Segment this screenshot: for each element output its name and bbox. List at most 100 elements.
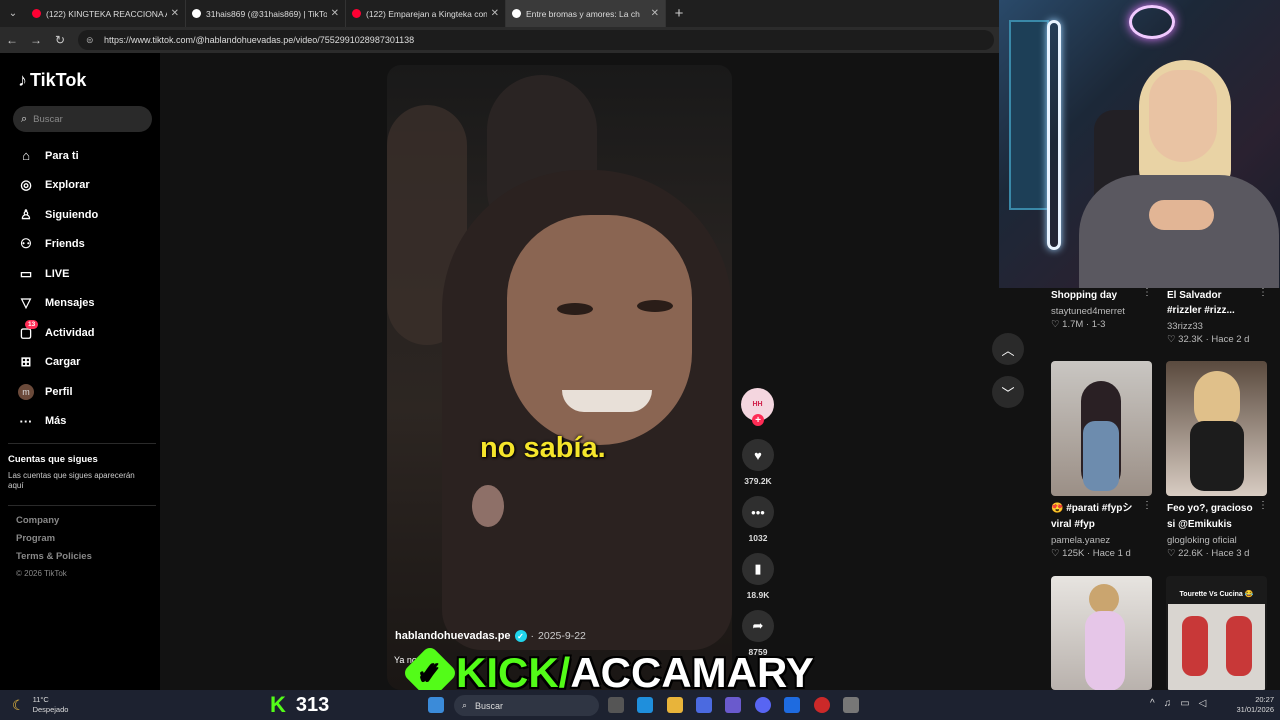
system-tray: ^ ♫ ▭ ◁ <box>1150 698 1206 709</box>
divider <box>8 443 156 444</box>
creator-avatar[interactable]: HH + <box>741 388 774 426</box>
store-icon[interactable] <box>696 697 712 713</box>
settings-gear-icon[interactable] <box>843 697 859 713</box>
sidebar-item-actividad[interactable]: ▢ 13 Actividad <box>17 318 157 348</box>
taskbar-search-label: Buscar <box>475 700 504 711</box>
sidebar-item-cargar[interactable]: ⊞ Cargar <box>17 348 157 378</box>
video-player[interactable] <box>387 65 732 690</box>
rec-title[interactable]: Shopping day <box>1051 288 1117 303</box>
rec-stats-text: 22.6K · Hace 3 d <box>1178 548 1250 559</box>
rec-user[interactable]: glogloking oficial <box>1167 535 1237 546</box>
chevron-up-icon[interactable]: ^ <box>1150 698 1155 709</box>
rec-thumbnail[interactable]: Tourette Vs Cucina 😂 <box>1166 576 1267 690</box>
more-options-icon[interactable]: ⋮ <box>1142 500 1152 511</box>
heart-icon[interactable]: ♥ <box>742 439 774 471</box>
sidebar-item-label: Mensajes <box>45 297 95 310</box>
clock-time: 20:27 <box>1255 695 1274 704</box>
previous-video-chevron-up-icon[interactable]: ︿ <box>992 333 1024 365</box>
taskbar-search[interactable]: ⌕ Buscar <box>454 695 599 716</box>
sidebar-item-mensajes[interactable]: ▽ Mensajes <box>17 289 157 319</box>
thumbnail-figure <box>1083 421 1119 491</box>
rec-title[interactable]: El Salvador <box>1167 288 1221 303</box>
discord-icon[interactable] <box>755 697 771 713</box>
bookmark-icon[interactable]: ▮ <box>742 553 774 585</box>
following-heading: Cuentas que sigues <box>8 454 98 465</box>
sidebar-item-para-ti[interactable]: ⌂ Para ti <box>17 141 157 171</box>
rec-title-2[interactable]: si @Emikukis <box>1167 517 1232 532</box>
tab-list-chevron-icon[interactable]: ⌄ <box>0 0 26 27</box>
rec-stats: ♡ 125K · Hace 1 d <box>1051 548 1131 559</box>
footer-link-company[interactable]: Company <box>16 515 92 533</box>
obs-icon[interactable] <box>814 697 830 713</box>
more-options-icon[interactable]: ⋮ <box>1258 500 1268 511</box>
app-icon[interactable] <box>784 697 800 713</box>
cam-shelf <box>1009 20 1049 210</box>
rec-user[interactable]: pamela.yanez <box>1051 535 1110 546</box>
network-icon[interactable]: ▭ <box>1180 698 1189 709</box>
tiktok-note-icon: ♪ <box>18 70 27 90</box>
more-options-icon[interactable]: ⋮ <box>1258 287 1268 298</box>
reload-icon[interactable]: ↻ <box>48 33 72 47</box>
sidebar-item-explorar[interactable]: ◎ Explorar <box>17 171 157 201</box>
search-input[interactable]: ⌕ Buscar <box>13 106 152 132</box>
footer-links: Company Program Terms & Policies © 2026 … <box>16 515 92 587</box>
more-options-icon[interactable]: ⋮ <box>1142 287 1152 298</box>
rec-thumbnail[interactable] <box>1051 576 1152 690</box>
new-tab-plus-icon[interactable]: + <box>666 5 692 22</box>
tiktok-logo[interactable]: ♪ TikTok <box>18 70 86 91</box>
back-arrow-icon[interactable]: ← <box>0 33 24 47</box>
speaker-icon[interactable]: ◁ <box>1199 698 1207 709</box>
video-actions: HH + ♥ 379.2K ••• 1032 ▮ 18.9K ➦ 8759 <box>741 388 775 657</box>
microphone-icon[interactable]: ♫ <box>1164 698 1172 709</box>
follow-plus-icon[interactable]: + <box>752 414 764 426</box>
comment-icon[interactable]: ••• <box>742 496 774 528</box>
search-placeholder: Buscar <box>33 113 63 125</box>
rec-user[interactable]: staytuned4merret <box>1051 306 1125 317</box>
windows-start-icon[interactable] <box>428 697 444 713</box>
sidebar-item-friends[interactable]: ⚇ Friends <box>17 230 157 260</box>
close-tab-icon[interactable]: ✕ <box>491 8 499 19</box>
browser-tab[interactable]: (122) KINGTEKA REACCIONA A CE ✕ <box>26 0 186 27</box>
video-frame-eye <box>557 303 593 315</box>
close-tab-icon[interactable]: ✕ <box>171 8 179 19</box>
sidebar-item-label: Perfil <box>45 385 73 398</box>
sidebar-item-live[interactable]: ▭ LIVE <box>17 259 157 289</box>
taskbar-clock[interactable]: 20:27 31/01/2026 <box>1228 695 1274 715</box>
sidebar-item-siguiendo[interactable]: ♙ Siguiendo <box>17 200 157 230</box>
sidebar-nav: ⌂ Para ti ◎ Explorar ♙ Siguiendo ⚇ Frien… <box>17 141 157 436</box>
url-field[interactable]: ⊜ https://www.tiktok.com/@hablandohuevad… <box>78 30 994 50</box>
sidebar-item-mas[interactable]: ··· Más <box>17 407 157 437</box>
next-video-chevron-down-icon[interactable]: ﹀ <box>992 376 1024 408</box>
upload-icon: ⊞ <box>20 354 32 370</box>
rec-stats-text: 32.3K · Hace 2 d <box>1178 334 1250 345</box>
footer-link-terms[interactable]: Terms & Policies <box>16 551 92 569</box>
task-view-icon[interactable] <box>608 697 624 713</box>
browser-tab-active[interactable]: Entre bromas y amores: La ch ✕ <box>506 0 666 27</box>
search-icon: ⌕ <box>462 700 468 710</box>
forward-arrow-icon[interactable]: → <box>24 33 48 47</box>
browser-tab[interactable]: 31hais869 (@31hais869) | TikTok ✕ <box>186 0 346 27</box>
footer-link-program[interactable]: Program <box>16 533 92 551</box>
close-tab-icon[interactable]: ✕ <box>331 8 339 19</box>
share-icon[interactable]: ➦ <box>742 610 774 642</box>
sidebar-item-perfil[interactable]: m Perfil <box>17 377 157 407</box>
rec-title-2[interactable]: viral #fyp <box>1051 517 1095 532</box>
compass-icon: ◎ <box>20 177 32 193</box>
edge-icon[interactable] <box>637 697 653 713</box>
site-info-icon[interactable]: ⊜ <box>86 35 98 46</box>
rec-title[interactable]: 😍 #parati #fypシ <box>1051 501 1132 516</box>
rec-title[interactable]: Feo yo?, gracioso <box>1167 501 1253 516</box>
rec-thumbnail[interactable] <box>1051 361 1152 496</box>
close-tab-icon[interactable]: ✕ <box>651 8 659 19</box>
rec-title-2[interactable]: #rizzler #rizz... <box>1167 303 1235 318</box>
browser-tab[interactable]: (122) Emparejan a Kingteka contra ✕ <box>346 0 506 27</box>
file-explorer-icon[interactable] <box>667 697 683 713</box>
url-text: https://www.tiktok.com/@hablandohuevadas… <box>104 35 415 45</box>
post-date-sep: · <box>530 630 535 642</box>
author-name[interactable]: hablandohuevadas.pe <box>395 630 511 642</box>
teams-icon[interactable] <box>725 697 741 713</box>
weather-widget[interactable]: ☾ 11°C Despejado <box>12 695 68 715</box>
rec-user[interactable]: 33rizz33 <box>1167 321 1203 332</box>
video-frame-smile <box>562 390 652 412</box>
rec-thumbnail[interactable] <box>1166 361 1267 496</box>
